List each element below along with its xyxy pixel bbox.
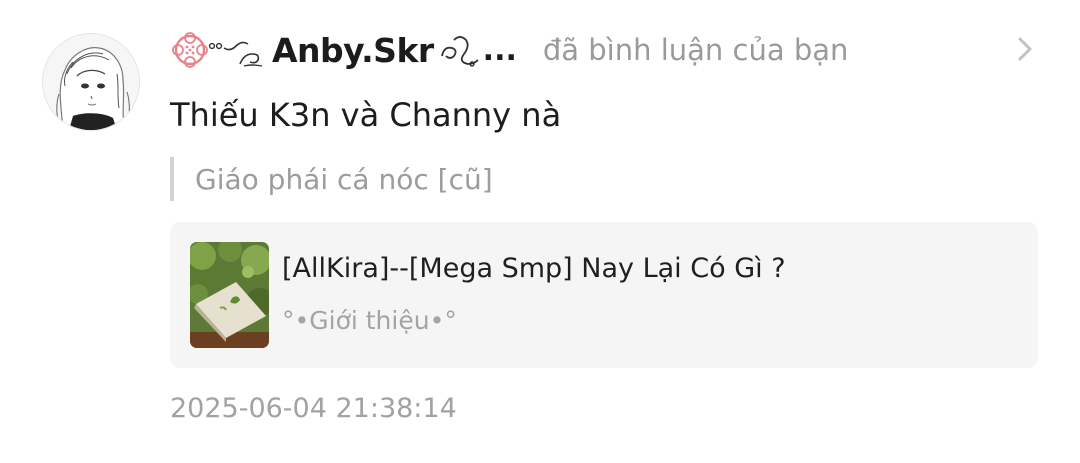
chevron-right-icon[interactable]	[1014, 35, 1038, 63]
quoted-comment-text: Giáo phái cá nóc [cũ]	[195, 162, 493, 196]
notification-header: Anby.Skr ... đã bình luận của bạn	[170, 27, 848, 73]
username[interactable]: Anby.Skr	[272, 31, 434, 70]
timestamp: 2025-06-04 21:38:14	[170, 393, 457, 424]
flower-ribbon-decoration-icon	[170, 30, 266, 70]
user-avatar[interactable]	[42, 33, 140, 131]
username-truncation: ...	[482, 32, 517, 68]
chapter-title: °•Giới thiệu•°	[282, 306, 457, 335]
story-card[interactable]: [AllKira]--[Mega Smp] Nay Lại Có Gì ? °•…	[170, 222, 1038, 368]
story-title: [AllKira]--[Mega Smp] Nay Lại Có Gì ?	[282, 253, 786, 284]
book-cover-thumbnail-icon	[190, 242, 269, 348]
action-text: đã bình luận của bạn	[542, 33, 849, 67]
comment-text: Thiếu K3n và Channy nà	[170, 96, 562, 134]
anime-girl-sketch-avatar-icon	[43, 34, 139, 130]
swirl-decoration-icon	[436, 30, 482, 70]
quoted-comment: Giáo phái cá nóc [cũ]	[170, 157, 493, 201]
comment-notification[interactable]: Anby.Skr ... đã bình luận của bạn Thiếu …	[0, 0, 1080, 463]
